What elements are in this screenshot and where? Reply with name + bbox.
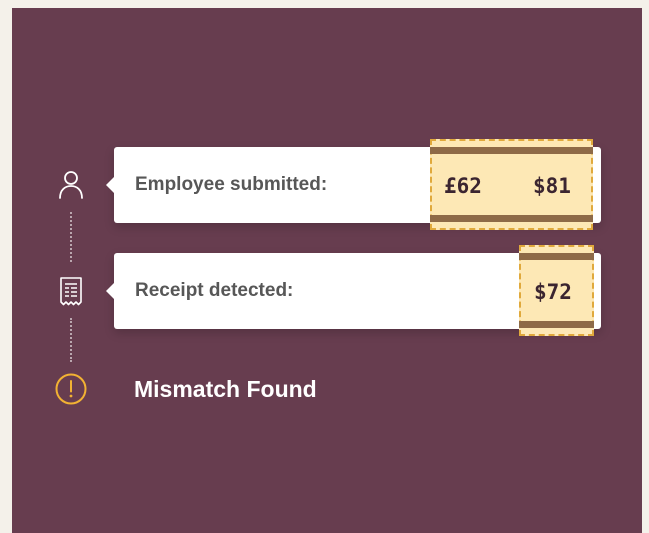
receipt-icon <box>57 275 85 307</box>
highlight-bar <box>430 147 593 154</box>
person-icon <box>57 169 85 201</box>
mismatch-status-label: Mismatch Found <box>134 376 317 402</box>
timeline-connector <box>70 212 74 262</box>
submitted-amount-usd: $81 <box>533 174 571 198</box>
receipt-detected-label: Receipt detected: <box>135 280 294 301</box>
receipt-amount-usd: $72 <box>534 280 572 304</box>
highlight-bar <box>519 321 594 328</box>
submitted-amount-gbp: £62 <box>444 174 482 198</box>
alert-icon <box>54 372 88 406</box>
highlight-bar <box>430 215 593 222</box>
highlight-bar <box>519 253 594 260</box>
employee-submitted-label: Employee submitted: <box>135 174 328 195</box>
timeline-connector <box>70 318 74 362</box>
